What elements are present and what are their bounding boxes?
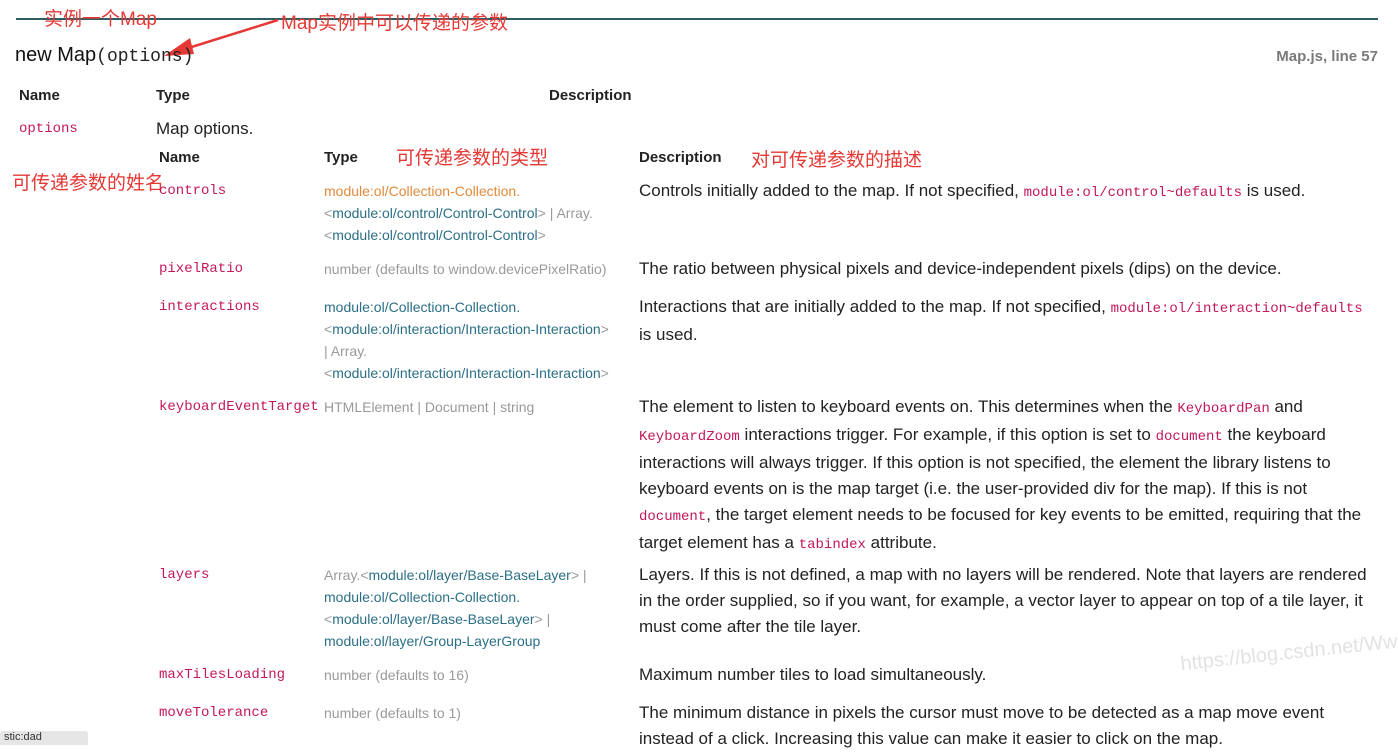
page-title: new Map(options) — [15, 44, 193, 67]
type-link[interactable]: module:ol/layer/Base-BaseLayer — [369, 567, 571, 583]
outer-param-name: options — [19, 121, 78, 137]
type-link[interactable]: module:ol/Collection-Collection. — [324, 299, 520, 315]
signature-params: (options) — [96, 47, 194, 67]
param-description: Interactions that are initially added to… — [639, 297, 1363, 344]
type-link[interactable]: module:ol/Collection-Collection. — [324, 183, 520, 199]
param-type: number (defaults to 16) — [324, 667, 469, 683]
param-type: module:ol/Collection-Collection. <module… — [324, 183, 593, 243]
param-type: HTMLElement | Document | string — [324, 399, 535, 415]
signature-keyword: new Map — [15, 44, 97, 66]
outer-header-type: Type — [156, 87, 190, 104]
param-description: The minimum distance in pixels the curso… — [639, 703, 1325, 748]
param-description: The ratio between physical pixels and de… — [639, 259, 1282, 278]
type-link[interactable]: module:ol/control/Control-Control — [332, 205, 537, 221]
inner-header-type: Type — [324, 149, 358, 166]
param-name: pixelRatio — [159, 261, 244, 277]
annotation-param-names: 可传递参数的姓名 — [12, 173, 165, 194]
param-type: Array.<module:ol/layer/Base-BaseLayer> |… — [324, 567, 587, 649]
param-description: The element to listen to keyboard events… — [639, 397, 1362, 553]
param-name: interactions — [159, 299, 260, 315]
param-type: number (defaults to window.devicePixelRa… — [324, 261, 607, 277]
annotation-instance: 实例一个Map — [44, 9, 157, 30]
inner-header-description: Description — [639, 149, 722, 166]
param-name: controls — [159, 183, 227, 199]
annotation-param-types: 可传递参数的类型 — [396, 148, 549, 169]
outer-header-name: Name — [19, 87, 60, 104]
annotation-param-desc: 对可传递参数的描述 — [751, 150, 923, 171]
param-name: maxTilesLoading — [159, 667, 286, 683]
param-name: moveTolerance — [159, 705, 269, 721]
outer-header-description: Description — [549, 87, 632, 104]
param-type: module:ol/Collection-Collection. <module… — [324, 299, 609, 381]
annotation-params: Map实例中可以传递的参数 — [281, 13, 508, 34]
footer-tab[interactable]: stic:dad — [0, 731, 88, 745]
param-description: Controls initially added to the map. If … — [639, 181, 1306, 201]
type-link[interactable]: module:ol/Collection-Collection. — [324, 589, 520, 605]
type-link[interactable]: module:ol/layer/Group-LayerGroup — [324, 633, 540, 649]
outer-param-type: Map options. — [156, 119, 254, 138]
source-link[interactable]: Map.js, line 57 — [1276, 48, 1378, 65]
type-link[interactable]: module:ol/interaction/Interaction-Intera… — [332, 321, 600, 337]
type-link[interactable]: module:ol/layer/Base-BaseLayer — [332, 611, 534, 627]
type-link[interactable]: module:ol/control/Control-Control — [332, 227, 537, 243]
param-name: keyboardEventTarget — [159, 399, 319, 415]
inner-header-name: Name — [159, 149, 200, 166]
param-name: layers — [159, 567, 210, 583]
type-link[interactable]: module:ol/interaction/Interaction-Intera… — [332, 365, 600, 381]
param-type: number (defaults to 1) — [324, 705, 461, 721]
param-description: Layers. If this is not defined, a map wi… — [639, 565, 1367, 636]
